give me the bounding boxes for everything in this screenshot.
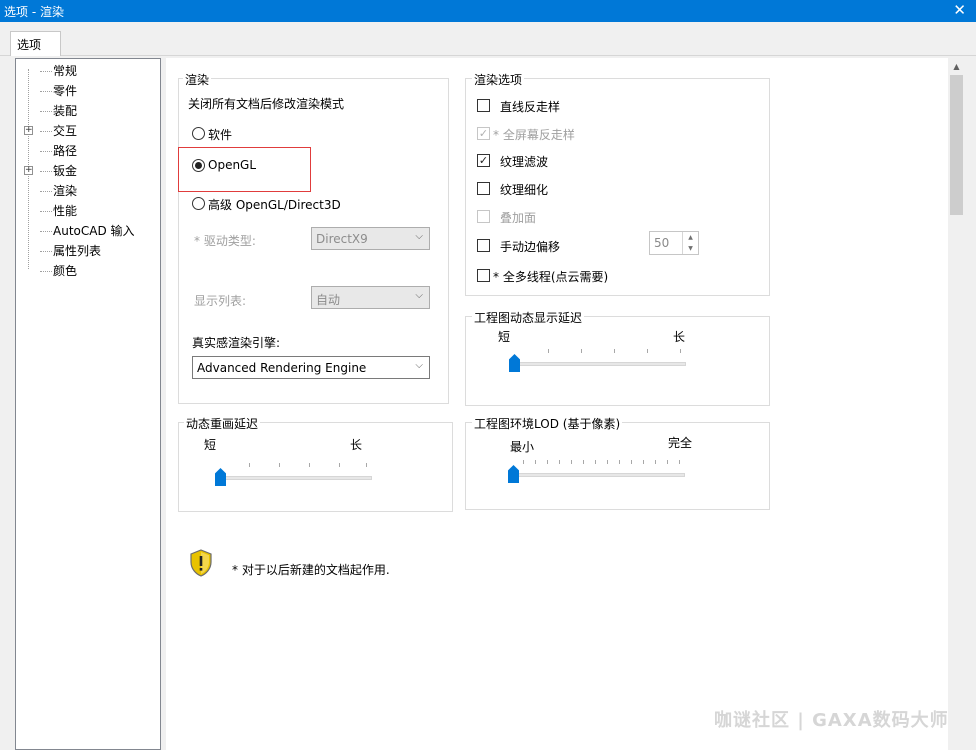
tree-item-interaction[interactable]: 交互: [40, 122, 77, 140]
radio-software[interactable]: [192, 127, 205, 140]
edge-offset-value: 50: [654, 236, 670, 250]
drawing-delay-title: 工程图动态显示延迟: [472, 309, 585, 326]
tree-item-label: 路径: [53, 144, 78, 158]
tree-item-label: 属性列表: [53, 244, 102, 258]
lod-min-label: 最小: [510, 440, 535, 454]
close-icon[interactable]: ✕: [953, 1, 966, 19]
tree-item-label: 零件: [53, 84, 78, 98]
tree-item-property-list[interactable]: 属性列表: [40, 242, 101, 260]
fullscreen-antialias-label: * 全屏幕反走样: [493, 128, 575, 142]
scroll-thumb[interactable]: [950, 75, 963, 215]
render-mode-note: 关闭所有文档后修改渲染模式: [188, 97, 345, 111]
tree-item-part[interactable]: 零件: [40, 82, 77, 100]
redraw-delay-group: [178, 422, 453, 512]
display-list-select[interactable]: 自动 ⌵: [311, 286, 430, 309]
chevron-down-icon: ⌵: [415, 290, 423, 301]
highlight-box: [178, 147, 311, 192]
watermark: 咖谜社区 | GAXA数码大师: [714, 710, 949, 731]
engine-select[interactable]: Advanced Rendering Engine ⌵: [192, 356, 430, 379]
checkbox-manual-edge-offset[interactable]: [477, 239, 490, 252]
engine-value: Advanced Rendering Engine: [197, 361, 367, 375]
window-title: 选项 - 渲染: [4, 5, 64, 19]
tree-item-label: 常规: [53, 64, 78, 78]
note-text: * 对于以后新建的文档起作用.: [232, 563, 390, 577]
drawing-delay-min-label: 短: [498, 330, 511, 344]
tree-item-label: 装配: [53, 104, 78, 118]
tree-item-label: 性能: [53, 204, 78, 218]
checkbox-multithread[interactable]: [477, 269, 490, 282]
texture-detail-label[interactable]: 纹理细化: [500, 181, 548, 198]
driver-type-select[interactable]: DirectX9 ⌵: [311, 227, 430, 250]
spin-down-icon[interactable]: ▼: [682, 243, 698, 254]
engine-label: 真实感渲染引擎:: [192, 336, 281, 350]
checkbox-texture-detail[interactable]: [477, 182, 490, 195]
display-list-value: 自动: [316, 293, 341, 307]
options-tree[interactable]: 常规 零件 装配 + 交互 路径 + 钣金 渲染 性能 AutoCAD 输入 属…: [15, 58, 161, 750]
render-group-title: 渲染: [183, 71, 212, 88]
tree-item-label: 颜色: [53, 264, 78, 278]
tab-options[interactable]: 选项: [10, 31, 61, 56]
redraw-delay-title: 动态重画延迟: [184, 415, 261, 432]
tab-divider: [0, 55, 976, 56]
redraw-delay-max-label: 长: [350, 438, 363, 452]
texture-filter-label[interactable]: 纹理滤波: [500, 153, 548, 170]
line-antialias-label[interactable]: 直线反走样: [500, 98, 560, 115]
tree-item-label: 渲染: [53, 184, 78, 198]
checkbox-texture-filter[interactable]: ✓: [477, 154, 490, 167]
radio-advanced[interactable]: [192, 197, 205, 210]
drawing-delay-max-label: 长: [673, 330, 686, 344]
checkbox-line-antialias[interactable]: [477, 99, 490, 112]
redraw-delay-min-label: 短: [204, 438, 217, 452]
expand-icon[interactable]: +: [24, 126, 33, 135]
lod-max-label: 完全: [668, 436, 693, 450]
checkbox-fullscreen-antialias: ✓: [477, 127, 490, 140]
render-options-title: 渲染选项: [472, 71, 525, 88]
spin-up-icon[interactable]: ▲: [682, 232, 698, 243]
multithread-label[interactable]: * 全多线程(点云需要): [493, 268, 608, 285]
display-list-label: 显示列表:: [194, 294, 247, 308]
driver-type-value: DirectX9: [316, 232, 368, 246]
tree-item-label: AutoCAD 输入: [53, 224, 135, 238]
warning-shield-icon: [190, 549, 212, 577]
edge-offset-spinner[interactable]: 50 ▲ ▼: [649, 231, 699, 255]
manual-edge-offset-label[interactable]: 手动边偏移: [500, 238, 560, 255]
radio-advanced-label[interactable]: 高级 OpenGL/Direct3D: [208, 196, 341, 213]
lod-track[interactable]: [509, 473, 685, 477]
expand-icon[interactable]: +: [24, 166, 33, 175]
tree-item-sheetmetal[interactable]: 钣金: [40, 162, 77, 180]
tree-item-general[interactable]: 常规: [40, 62, 77, 80]
tree-item-autocad-input[interactable]: AutoCAD 输入: [40, 222, 135, 240]
drawing-delay-track[interactable]: [510, 362, 686, 366]
driver-type-label: * 驱动类型:: [194, 234, 256, 248]
scroll-up-icon[interactable]: ▲: [948, 58, 965, 75]
lod-group: [465, 422, 770, 510]
lod-title: 工程图环境LOD (基于像素): [472, 415, 623, 432]
tree-item-label: 钣金: [53, 164, 78, 178]
tree-item-label: 交互: [53, 124, 78, 138]
tree-item-color[interactable]: 颜色: [40, 262, 77, 280]
checkbox-overlay-face: [477, 210, 490, 223]
chevron-down-icon: ⌵: [415, 231, 423, 242]
tree-item-rendering[interactable]: 渲染: [40, 182, 77, 200]
chevron-down-icon: ⌵: [415, 360, 423, 371]
overlay-face-label: 叠加面: [500, 211, 537, 225]
title-bar: 选项 - 渲染 ✕: [0, 0, 976, 22]
tree-item-assembly[interactable]: 装配: [40, 102, 77, 120]
redraw-delay-track[interactable]: [216, 476, 372, 480]
tree-item-performance[interactable]: 性能: [40, 202, 77, 220]
tree-item-path[interactable]: 路径: [40, 142, 77, 160]
radio-software-label[interactable]: 软件: [208, 126, 232, 143]
